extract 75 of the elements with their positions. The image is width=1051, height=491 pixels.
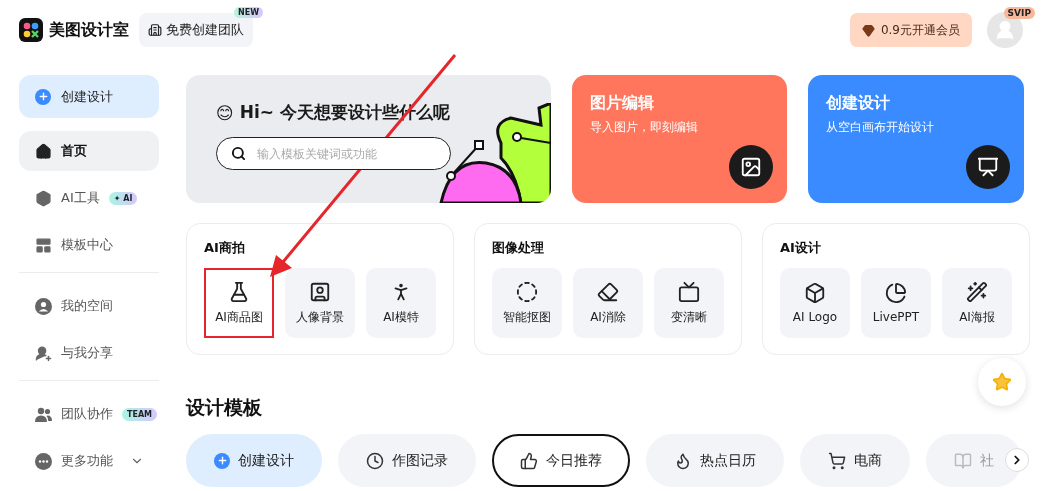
flame-icon bbox=[674, 451, 692, 470]
screen-icon bbox=[678, 280, 700, 303]
feature-subtitle: 从空白画布开始设计 bbox=[826, 119, 936, 136]
search-field[interactable]: 输入模板关键词或功能 bbox=[216, 137, 451, 170]
tool-tile[interactable]: 人像背景 bbox=[285, 268, 355, 338]
portrait-frame-icon bbox=[309, 280, 331, 303]
panel-title: AI商拍 bbox=[204, 239, 246, 257]
star-icon bbox=[992, 372, 1012, 392]
feature-badge: TEAM bbox=[122, 407, 158, 421]
sidebar-item[interactable]: 与我分享 bbox=[19, 333, 159, 373]
search-icon bbox=[231, 146, 246, 161]
panel-title: AI设计 bbox=[780, 239, 822, 257]
user-icon bbox=[994, 19, 1016, 41]
sidebar-label: AI工具 bbox=[61, 189, 100, 207]
tool-tile[interactable]: LivePPT bbox=[861, 268, 931, 338]
panel-title: 图像处理 bbox=[492, 239, 545, 257]
plus-icon bbox=[35, 88, 51, 105]
sidebar-label: 我的空间 bbox=[61, 297, 113, 315]
sidebar-label: 首页 bbox=[61, 142, 87, 160]
building-icon bbox=[148, 23, 162, 37]
category-chip[interactable]: 电商 bbox=[800, 434, 910, 487]
book-icon bbox=[954, 451, 972, 470]
plus-icon bbox=[214, 452, 230, 469]
tool-tile[interactable]: AI商品图 bbox=[204, 268, 274, 338]
brand-name: 美图设计室 bbox=[49, 19, 129, 41]
category-chip[interactable]: 创建设计 bbox=[186, 434, 322, 487]
sidebar-item[interactable]: 首页 bbox=[19, 131, 159, 171]
nav-icon bbox=[35, 236, 52, 254]
smile-emoji: 😊 bbox=[216, 102, 234, 123]
logo-icon bbox=[19, 18, 43, 42]
svip-badge: SVIP bbox=[1003, 7, 1035, 19]
sidebar-item[interactable]: 模板中心 bbox=[19, 225, 159, 265]
category-chip[interactable]: 热点日历 bbox=[646, 434, 784, 487]
nav-icon bbox=[35, 406, 52, 422]
sidebar-label: 与我分享 bbox=[61, 344, 113, 362]
nav-icon bbox=[35, 142, 52, 160]
feature-subtitle: 导入图片，即刻编辑 bbox=[589, 119, 699, 136]
nav-icon bbox=[35, 189, 52, 207]
clock-icon bbox=[366, 451, 384, 470]
create-design-button[interactable]: 创建设计 bbox=[19, 75, 159, 118]
sidebar-label: 模板中心 bbox=[61, 236, 113, 254]
cart-icon bbox=[828, 451, 846, 470]
cube-icon bbox=[804, 282, 826, 304]
sidebar-label: 团队协作 bbox=[61, 405, 113, 423]
section-title: 设计模板 bbox=[186, 395, 263, 420]
dashed-circle-icon bbox=[516, 280, 538, 303]
nav-icon bbox=[35, 452, 52, 470]
new-badge: NEW bbox=[234, 7, 263, 18]
magic-wand-icon bbox=[966, 280, 988, 303]
gem-icon bbox=[861, 23, 875, 37]
image-icon bbox=[729, 145, 774, 189]
sidebar-item[interactable]: 团队协作 TEAM bbox=[19, 394, 159, 434]
eraser-icon bbox=[597, 280, 619, 303]
tool-tile[interactable]: AI模特 bbox=[366, 268, 436, 338]
tool-tile[interactable]: AI海报 bbox=[942, 268, 1012, 338]
category-chip[interactable]: 今日推荐 bbox=[492, 434, 630, 487]
pie-chart-icon bbox=[885, 282, 907, 304]
tool-tile[interactable]: 智能抠图 bbox=[492, 268, 562, 338]
feature-title: 图片编辑 bbox=[589, 93, 655, 114]
vip-button[interactable]: 0.9元开通会员 bbox=[849, 13, 972, 47]
nav-icon bbox=[35, 297, 52, 315]
next-button[interactable] bbox=[1005, 448, 1029, 472]
category-chip[interactable]: 作图记录 bbox=[338, 434, 476, 487]
easel-icon bbox=[966, 145, 1010, 189]
sidebar-label: 更多功能 bbox=[61, 452, 113, 470]
feature-title: 创建设计 bbox=[826, 93, 892, 114]
tool-tile[interactable]: AI Logo bbox=[780, 268, 850, 338]
tool-tile[interactable]: 变清晰 bbox=[654, 268, 724, 338]
feature-badge: ✦ AI bbox=[108, 191, 138, 205]
thumbs-up-icon bbox=[520, 451, 538, 470]
tool-tile[interactable]: AI消除 bbox=[573, 268, 643, 338]
sidebar-item[interactable]: 我的空间 bbox=[19, 286, 159, 326]
nav-icon bbox=[35, 344, 52, 362]
sidebar-item[interactable]: AI工具 ✦ AI bbox=[19, 178, 159, 218]
sidebar-item[interactable]: 更多功能 bbox=[19, 441, 159, 481]
